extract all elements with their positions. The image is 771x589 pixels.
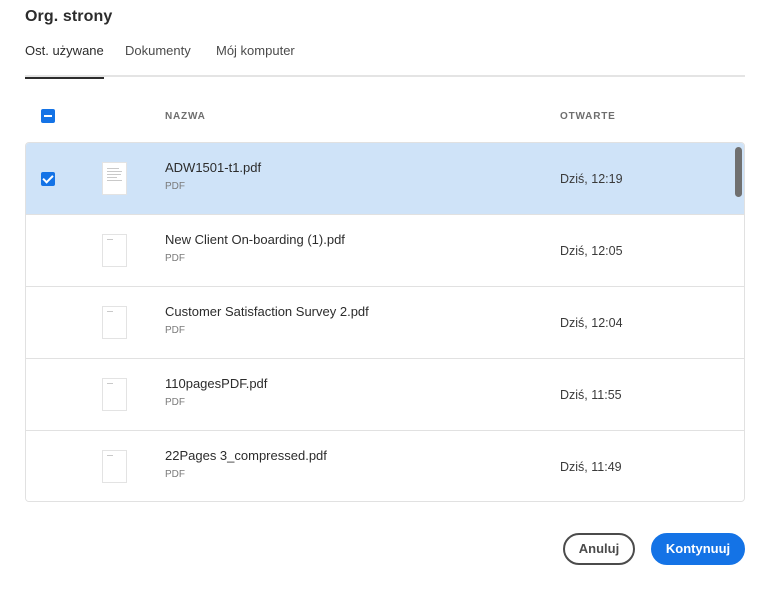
file-name: New Client On-boarding (1).pdf — [165, 232, 345, 247]
row-checkbox[interactable] — [41, 172, 55, 186]
continue-button[interactable]: Kontynuuj — [651, 533, 745, 565]
file-type: PDF — [165, 397, 185, 408]
table-header: NAZWA OTWARTE — [25, 100, 745, 132]
pdf-thumbnail-icon — [102, 306, 127, 339]
scrollbar-thumb[interactable] — [735, 147, 742, 197]
file-name: Customer Satisfaction Survey 2.pdf — [165, 304, 369, 319]
file-opened: Dziś, 11:49 — [560, 460, 622, 474]
file-opened: Dziś, 12:19 — [560, 172, 623, 186]
select-all-checkbox[interactable] — [41, 109, 55, 123]
column-header-name[interactable]: NAZWA — [165, 111, 206, 122]
file-name: 22Pages 3_compressed.pdf — [165, 448, 327, 463]
table-row[interactable]: Customer Satisfaction Survey 2.pdf PDF D… — [26, 287, 744, 359]
tab-documents[interactable]: Dokumenty — [125, 43, 191, 77]
pdf-thumbnail-icon — [102, 378, 127, 411]
table-row[interactable]: 110pagesPDF.pdf PDF Dziś, 11:55 — [26, 359, 744, 431]
file-type: PDF — [165, 325, 185, 336]
file-name: 110pagesPDF.pdf — [165, 376, 268, 391]
cancel-button[interactable]: Anuluj — [563, 533, 635, 565]
file-type: PDF — [165, 469, 185, 480]
file-name: ADW1501-t1.pdf — [165, 160, 262, 175]
tab-bar: Ost. używane Dokumenty Mój komputer — [25, 43, 745, 79]
tab-recent[interactable]: Ost. używane — [25, 43, 104, 79]
dialog-title: Org. strony — [25, 8, 113, 25]
tab-my-computer[interactable]: Mój komputer — [216, 43, 295, 77]
file-type: PDF — [165, 253, 185, 264]
table-row[interactable]: 22Pages 3_compressed.pdf PDF Dziś, 11:49 — [26, 431, 744, 501]
pdf-thumbnail-icon — [102, 234, 127, 267]
file-list: ADW1501-t1.pdf PDF Dziś, 12:19 New Clien… — [25, 142, 745, 502]
table-row[interactable]: ADW1501-t1.pdf PDF Dziś, 12:19 — [26, 143, 744, 215]
table-row[interactable]: New Client On-boarding (1).pdf PDF Dziś,… — [26, 215, 744, 287]
column-header-opened[interactable]: OTWARTE — [560, 111, 616, 122]
file-opened: Dziś, 11:55 — [560, 388, 622, 402]
file-opened: Dziś, 12:04 — [560, 316, 623, 330]
pdf-thumbnail-icon — [102, 450, 127, 483]
pdf-thumbnail-icon — [102, 162, 127, 195]
file-type: PDF — [165, 181, 185, 192]
file-opened: Dziś, 12:05 — [560, 244, 623, 258]
